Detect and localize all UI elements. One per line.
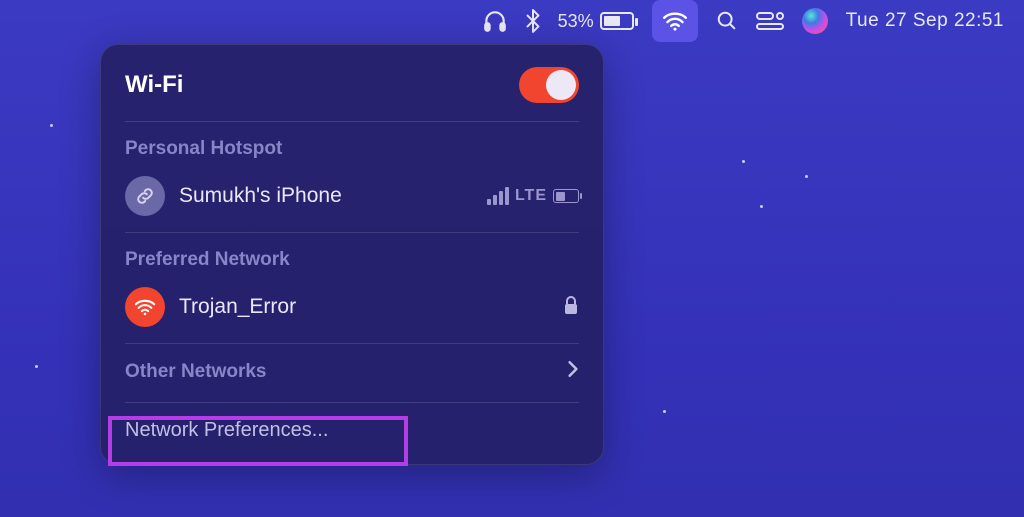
preferred-network-section-label: Preferred Network: [101, 235, 603, 279]
hotspot-device-name: Sumukh's iPhone: [179, 184, 342, 208]
wifi-toggle-knob: [546, 70, 576, 100]
wifi-network-icon: [125, 287, 165, 327]
other-networks-row[interactable]: Other Networks: [101, 346, 603, 400]
lock-icon: [563, 295, 579, 320]
other-networks-label: Other Networks: [125, 361, 266, 383]
wifi-panel-title: Wi-Fi: [125, 71, 183, 99]
bluetooth-icon[interactable]: [526, 0, 540, 42]
hotspot-link-icon: [125, 176, 165, 216]
wifi-toggle[interactable]: [519, 67, 579, 103]
hotspot-signal-status: LTE: [487, 187, 579, 205]
network-preferences-label: Network Preferences...: [125, 419, 328, 442]
preferred-network-row[interactable]: Trojan_Error: [101, 279, 603, 341]
headphones-icon[interactable]: [482, 0, 508, 42]
chevron-right-icon: [567, 360, 579, 384]
divider: [125, 402, 579, 403]
divider: [125, 121, 579, 122]
battery-percent-label: 53%: [558, 11, 594, 32]
hotspot-device-row[interactable]: Sumukh's iPhone LTE: [101, 168, 603, 230]
hotspot-battery-icon: [553, 189, 579, 203]
siri-icon[interactable]: [802, 0, 828, 42]
menubar-clock[interactable]: Tue 27 Sep 22:51: [846, 0, 1004, 42]
menubar: 53% Tue 27 Sep 22:51: [0, 0, 1024, 42]
personal-hotspot-section-label: Personal Hotspot: [101, 124, 603, 168]
battery-icon: [600, 12, 634, 30]
divider: [125, 232, 579, 233]
wifi-dropdown-panel: Wi-Fi Personal Hotspot Sumukh's iPhone L…: [100, 44, 604, 465]
control-center-icon[interactable]: [756, 0, 784, 42]
wifi-menubar-icon[interactable]: [652, 0, 698, 42]
battery-status[interactable]: 53%: [558, 0, 634, 42]
preferred-network-name: Trojan_Error: [179, 295, 296, 319]
divider: [125, 343, 579, 344]
cellular-type-label: LTE: [515, 187, 547, 205]
network-preferences-row[interactable]: Network Preferences...: [101, 405, 603, 458]
spotlight-search-icon[interactable]: [716, 0, 738, 42]
cellular-signal-icon: [487, 187, 509, 205]
